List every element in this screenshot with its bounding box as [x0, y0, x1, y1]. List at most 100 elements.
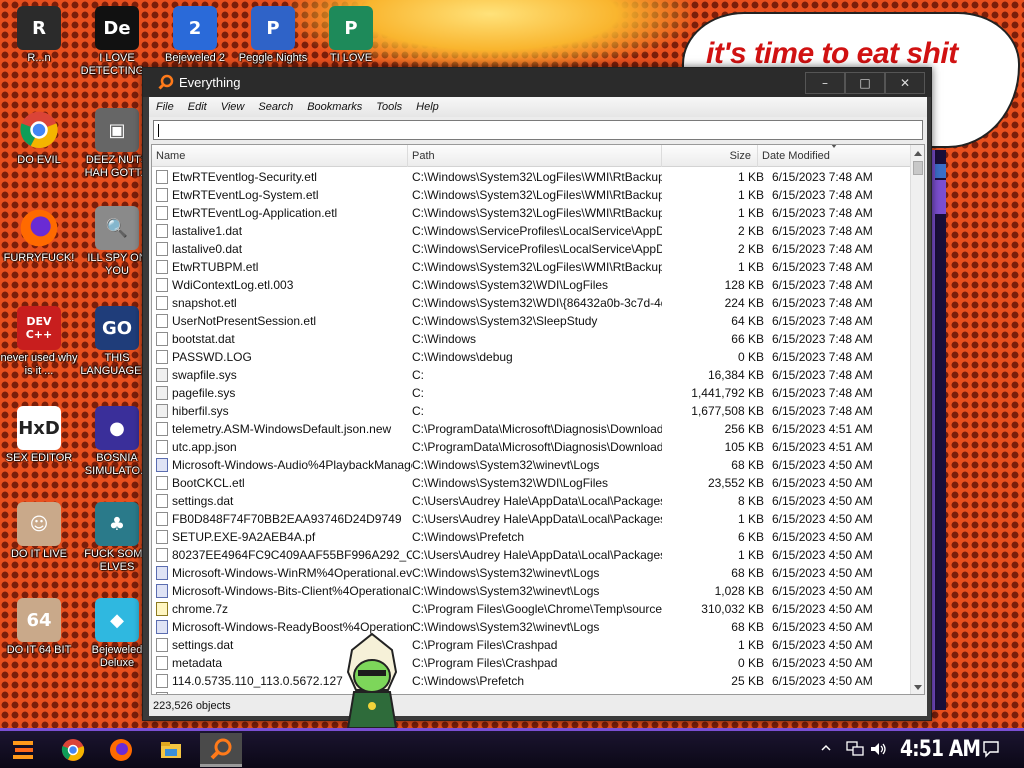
desktop-icon[interactable]: FURRYFUCK!: [0, 206, 78, 265]
volume-icon[interactable]: [870, 741, 888, 757]
minimize-button[interactable]: –: [805, 72, 845, 94]
file-path-cell: C:\ProgramData\Microsoft\Diagnosis\Downl…: [412, 422, 662, 436]
window-client: Name Path Size Date Modified EtwRTEventl…: [149, 117, 927, 716]
desktop-icon-label: DO IT 64 BIT: [6, 644, 72, 656]
file-icon: [156, 692, 168, 694]
desktop-icon[interactable]: DO EVIL: [0, 108, 78, 167]
table-row[interactable]: FB0D848F74F70BB2EAA93746D24D9749C:\Users…: [152, 510, 910, 528]
scroll-down-icon[interactable]: [914, 685, 922, 690]
table-row[interactable]: Microsoft-Windows-ReadyBoost%4Operationa…: [152, 618, 910, 636]
file-name-cell: UserNotPresentSession.etl: [172, 314, 317, 328]
table-row[interactable]: utc.app.json C:\ProgramData\Microsoft\Dia…: [152, 438, 910, 456]
desktop-app-icon: 64: [17, 598, 61, 642]
file-icon: [156, 530, 168, 544]
desktop-icon-label: Bejeweled 2: [165, 52, 225, 64]
menu-tools[interactable]: Tools: [369, 101, 409, 113]
table-row[interactable]: EtwRTEventLog-Application.etl C:\Windows\…: [152, 204, 910, 222]
menu-file[interactable]: File: [149, 101, 181, 113]
table-row[interactable]: EtwRTUBPM.etl C:\Windows\System32\LogFile…: [152, 258, 910, 276]
desktop-icon[interactable]: 64 DO IT 64 BIT: [0, 598, 78, 657]
table-row[interactable]: hiberfil.sys C: 1,677,508 KB 6/15/2023 7:48…: [152, 402, 910, 420]
title-bar[interactable]: Everything – □ ✕: [143, 68, 931, 97]
table-row[interactable]: bootstat.dat C:\Windows 66 KB 6/15/2023 7:4…: [152, 330, 910, 348]
taskbar-everything[interactable]: [200, 733, 242, 767]
table-row[interactable]: UserNotPresentSession.etl C:\Windows\Syst…: [152, 312, 910, 330]
desktop-icon[interactable]: DEV C++ never used why is it ...: [0, 306, 78, 378]
table-row[interactable]: swapfile.sys C: 16,384 KB 6/15/2023 7:48 AM: [152, 366, 910, 384]
start-button[interactable]: [2, 733, 44, 767]
desktop-icon[interactable]: P Peggle Nights: [234, 6, 312, 65]
table-row[interactable]: lastalive1.dat C:\Windows\ServiceProfiles…: [152, 222, 910, 240]
table-row[interactable]: snapshot.etl C:\Windows\System32\WDI\{864…: [152, 294, 910, 312]
chevron-up-icon[interactable]: [820, 742, 832, 754]
file-name-cell: Microsoft-Windows-Audio%4PlaybackManager…: [172, 458, 412, 472]
menu-edit[interactable]: Edit: [181, 101, 214, 113]
file-name-cell: Microsoft-Windows-WinRM%4Operational.evt…: [172, 566, 412, 580]
table-row[interactable]: Microsoft-Windows-WinRM%4Operational.evt…: [152, 564, 910, 582]
table-row[interactable]: pagefile.sys C: 1,441,792 KB 6/15/2023 7:48…: [152, 384, 910, 402]
file-size-cell: 1,677,508 KB: [691, 404, 764, 418]
file-name-cell: EtwRTEventLog-Application.etl: [172, 206, 338, 220]
scrollbar-thumb[interactable]: [913, 161, 923, 175]
table-row[interactable]: settings.dat C:\Program Files\Crashpad 1 K…: [152, 636, 910, 654]
menu-bookmarks[interactable]: Bookmarks: [300, 101, 369, 113]
desktop-icon[interactable]: ☺ DO IT LIVE: [0, 502, 78, 561]
taskbar-firefox[interactable]: [100, 733, 142, 767]
table-row[interactable]: telemetry.ASM-WindowsDefault.json.new C:\…: [152, 420, 910, 438]
file-name-cell: WdiContextLog.etl.003: [172, 278, 294, 292]
table-row[interactable]: 80237EE4964FC9C409AAF55BF996A292_C51... C…: [152, 546, 910, 564]
table-row[interactable]: chrome.7z C:\Program Files\Google\Chrome\…: [152, 600, 910, 618]
text-caret: [158, 124, 159, 138]
column-header-size[interactable]: Size: [662, 145, 758, 167]
notification-icon[interactable]: [982, 740, 1000, 758]
desktop-icon[interactable]: R R...n: [0, 6, 78, 65]
taskbar-chrome[interactable]: [52, 733, 94, 767]
table-row[interactable]: EtwRTEventlog-Security.etl C:\Windows\Sys…: [152, 168, 910, 186]
table-row[interactable]: BootCKCL.etl C:\Windows\System32\WDI\LogF…: [152, 474, 910, 492]
taskbar-clock[interactable]: 4:51 AM: [900, 737, 981, 762]
file-icon: [156, 170, 168, 184]
date-modified-cell: 6/15/2023 7:48 AM: [772, 350, 873, 364]
date-modified-cell: 6/15/2023 4:50 AM: [772, 512, 873, 526]
results-list[interactable]: Name Path Size Date Modified EtwRTEventl…: [151, 144, 925, 695]
table-row[interactable]: settings.dat C:\Users\Audrey Hale\AppData…: [152, 492, 910, 510]
status-bar: 223,526 objects: [149, 697, 927, 716]
desktop-app-icon: 2: [173, 6, 217, 50]
desktop-app-icon: [17, 108, 61, 152]
table-row[interactable]: SETUP.EXE-9A2AEB4A.pf C:\Windows\Prefetch…: [152, 528, 910, 546]
menu-view[interactable]: View: [214, 101, 252, 113]
table-row[interactable]: WdiContextLog.etl.003 C:\Windows\System32…: [152, 276, 910, 294]
maximize-button[interactable]: □: [845, 72, 885, 94]
date-modified-cell: 6/15/2023 4:50 AM: [772, 638, 873, 652]
table-row[interactable]: lastalive0.dat C:\Windows\ServiceProfiles…: [152, 240, 910, 258]
table-row[interactable]: 114.0.5735.110_113.0.5672.127 C:\Windows\…: [152, 672, 910, 690]
file-size-cell: 224 KB: [724, 296, 764, 310]
taskbar-file-explorer[interactable]: [150, 733, 192, 767]
network-icon[interactable]: [846, 741, 864, 757]
menu-search[interactable]: Search: [251, 101, 300, 113]
close-button[interactable]: ✕: [885, 72, 925, 94]
search-input[interactable]: [153, 120, 923, 140]
table-row[interactable]: PASSWD.LOG C:\Windows\debug 0 KB 6/15/2023 …: [152, 348, 910, 366]
column-header-name[interactable]: Name: [152, 145, 408, 167]
scroll-up-icon[interactable]: [914, 151, 922, 156]
table-row[interactable]: Microsoft-Windows-Audio%4PlaybackManager…: [152, 456, 910, 474]
menu-help[interactable]: Help: [409, 101, 446, 113]
desktop-icon[interactable]: 2 Bejeweled 2: [156, 6, 234, 65]
date-modified-cell: 6/15/2023 4:50 AM: [772, 530, 873, 544]
column-header-path[interactable]: Path: [408, 145, 662, 167]
desktop-icon[interactable]: HxD SEX EDITOR: [0, 406, 78, 465]
file-size-cell: 23,552 KB: [707, 476, 764, 490]
event-log-file-icon: [156, 566, 168, 580]
table-row[interactable]: metadata C:\Program Files\Crashpad 0 KB 6/1…: [152, 654, 910, 672]
file-path-cell: C:\Windows\System32\WDI\{86432a0b-3c7d-4…: [412, 296, 662, 310]
desktop-icon[interactable]: P TI LOVE: [312, 6, 390, 65]
table-row[interactable]: EtwRTEventLog-System.etl C:\Windows\Syste…: [152, 186, 910, 204]
column-header-date-modified[interactable]: Date Modified: [758, 145, 910, 167]
desktop-app-icon: ◆: [95, 598, 139, 642]
table-row[interactable]: FB0D848F74F70BB2EAA93746D24D9749C:\Users…: [152, 690, 910, 694]
vertical-scrollbar[interactable]: [910, 145, 924, 694]
file-path-cell: C:\Windows\Prefetch: [412, 674, 525, 688]
table-row[interactable]: Microsoft-Windows-Bits-Client%4Operation…: [152, 582, 910, 600]
file-name-cell: EtwRTUBPM.etl: [172, 260, 259, 274]
